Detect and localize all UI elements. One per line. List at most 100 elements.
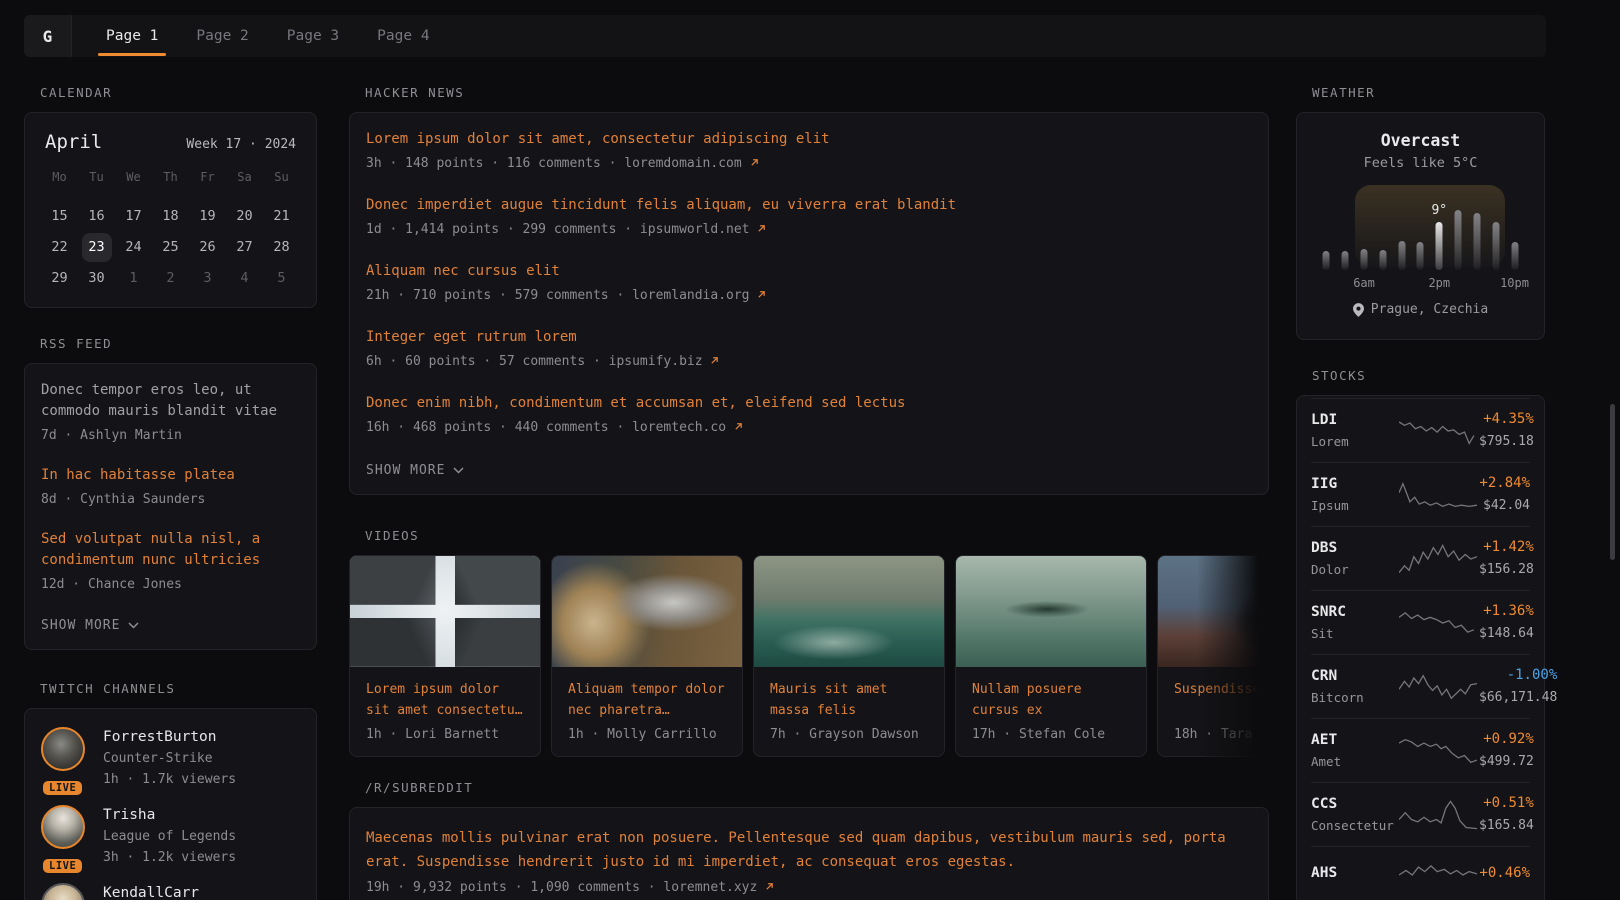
app-logo[interactable]: G <box>24 15 72 57</box>
stock-values: +2.84% $42.04 <box>1479 474 1530 515</box>
hackernews-item-title[interactable]: Integer eget rutrum lorem <box>366 327 1252 348</box>
rss-show-more-button[interactable]: SHOW MORE <box>41 618 139 633</box>
video-title[interactable]: Suspendisse diam <box>1174 679 1269 721</box>
video-card[interactable]: Mauris sit amet massa felis 7h · Grayson… <box>753 555 945 757</box>
hackernews-item[interactable]: Donec enim nibh, condimentum et accumsan… <box>366 393 1252 437</box>
rss-item-title[interactable]: In hac habitasse platea <box>41 465 300 486</box>
video-card[interactable]: Aliquam tempor dolor nec pharetra… 1h · … <box>551 555 743 757</box>
video-thumbnail[interactable] <box>1158 556 1269 667</box>
show-more-label: SHOW MORE <box>366 463 445 478</box>
weather-bar <box>1511 242 1518 270</box>
stock-row[interactable]: IIG Ipsum +2.84% $42.04 <box>1311 462 1530 526</box>
twitch-channel-name[interactable]: KendallCarr <box>103 883 199 900</box>
rss-item[interactable]: Sed volutpat nulla nisl, a condimentum n… <box>41 529 300 594</box>
stock-row[interactable]: AHS +0.46% <box>1311 846 1530 900</box>
stock-row[interactable]: DBS Dolor +1.42% $156.28 <box>1311 526 1530 590</box>
stock-row[interactable]: CCS Consectetur +0.51% $165.84 <box>1311 782 1530 846</box>
rss-item[interactable]: Donec tempor eros leo, ut commodo mauris… <box>41 380 300 445</box>
calendar-day[interactable]: 16 <box>78 201 115 232</box>
weather-location[interactable]: Prague, Czechia <box>1317 302 1524 317</box>
video-thumbnail[interactable] <box>350 556 540 667</box>
nav-tab[interactable]: Page 1 <box>94 15 170 57</box>
calendar-day[interactable]: 15 <box>41 201 78 232</box>
video-thumbnail[interactable] <box>754 556 944 667</box>
calendar-day[interactable]: 29 <box>41 263 78 294</box>
hackernews-show-more-button[interactable]: SHOW MORE <box>366 463 464 478</box>
stock-row[interactable]: AET Amet +0.92% $499.72 <box>1311 718 1530 782</box>
twitch-channel-name[interactable]: ForrestBurton <box>103 727 236 747</box>
twitch-channel-row[interactable]: LIVE ForrestBurton Counter-Strike 1h · 1… <box>41 727 300 789</box>
calendar-day[interactable]: 23 <box>78 232 115 263</box>
video-title[interactable]: Lorem ipsum dolor sit amet consectetu… <box>366 679 524 721</box>
calendar-day[interactable]: 26 <box>189 232 226 263</box>
calendar-day[interactable]: 22 <box>41 232 78 263</box>
calendar-day[interactable]: 19 <box>189 201 226 232</box>
page-tabs: Page 1 Page 2 Page 3 Page 4 <box>94 15 456 57</box>
calendar-day-number: 1 <box>119 264 149 293</box>
calendar-day[interactable]: 4 <box>226 263 263 294</box>
stock-price: $499.72 <box>1479 753 1534 771</box>
twitch-channel-row[interactable]: LIVE Trisha League of Legends 3h · 1.2k … <box>41 805 300 867</box>
page-scrollbar-thumb[interactable] <box>1610 404 1615 560</box>
stock-row[interactable]: SNRC Sit +1.36% $148.64 <box>1311 590 1530 654</box>
video-card-body: Suspendisse diam 18h · Tara <box>1158 667 1269 756</box>
calendar-day[interactable]: 25 <box>152 232 189 263</box>
twitch-channel-row[interactable]: LIVE KendallCarr <box>41 883 300 900</box>
stock-price: $156.28 <box>1479 561 1534 579</box>
rss-item-title[interactable]: Sed volutpat nulla nisl, a condimentum n… <box>41 529 300 571</box>
subreddit-post-title[interactable]: Maecenas mollis pulvinar erat non posuer… <box>366 826 1252 874</box>
calendar-day[interactable]: 5 <box>263 263 300 294</box>
calendar-day[interactable]: 20 <box>226 201 263 232</box>
rss-item[interactable]: In hac habitasse platea 8d · Cynthia Sau… <box>41 465 300 509</box>
nav-tab[interactable]: Page 2 <box>184 15 260 57</box>
hackernews-item[interactable]: Integer eget rutrum lorem 6h · 60 points… <box>366 327 1252 371</box>
calendar-day[interactable]: 24 <box>115 232 152 263</box>
video-thumbnail[interactable] <box>552 556 742 667</box>
weekday-label: Su <box>263 166 300 188</box>
video-title[interactable]: Nullam posuere cursus ex <box>972 679 1130 721</box>
calendar-day[interactable]: 30 <box>78 263 115 294</box>
calendar-month: April <box>45 131 102 153</box>
twitch-channel-name[interactable]: Trisha <box>103 805 236 825</box>
weather-hour-slot <box>1468 185 1487 270</box>
calendar-day-number: 3 <box>193 264 223 293</box>
hackernews-item-title[interactable]: Donec enim nibh, condimentum et accumsan… <box>366 393 1252 414</box>
nav-tab[interactable]: Page 4 <box>365 15 441 57</box>
calendar-day[interactable]: 18 <box>152 201 189 232</box>
rss-item-title[interactable]: Donec tempor eros leo, ut commodo mauris… <box>41 380 300 422</box>
nav-tab[interactable]: Page 3 <box>275 15 351 57</box>
hour-label: 6am <box>1353 276 1375 290</box>
hackernews-item-title[interactable]: Donec imperdiet augue tincidunt felis al… <box>366 195 1252 216</box>
calendar-day-number: 2 <box>156 264 186 293</box>
hackernews-item-meta: 3h · 148 points · 116 comments · loremdo… <box>366 154 1252 173</box>
stock-row[interactable]: LDI Lorem +4.35% $795.18 <box>1311 398 1530 462</box>
hackernews-item-title[interactable]: Lorem ipsum dolor sit amet, consectetur … <box>366 129 1252 150</box>
video-card[interactable]: Nullam posuere cursus ex 17h · Stefan Co… <box>955 555 1147 757</box>
calendar-day[interactable]: 28 <box>263 232 300 263</box>
stock-symbol: AHS <box>1311 864 1397 883</box>
weather-hour-slot <box>1392 185 1411 270</box>
video-card[interactable]: Suspendisse diam 18h · Tara <box>1157 555 1269 757</box>
subreddit-post[interactable]: Maecenas mollis pulvinar erat non posuer… <box>366 826 1252 897</box>
weather-bar <box>1417 242 1424 270</box>
video-card[interactable]: Lorem ipsum dolor sit amet consectetu… 1… <box>349 555 541 757</box>
hackernews-item-title[interactable]: Aliquam nec cursus elit <box>366 261 1252 282</box>
video-title[interactable]: Mauris sit amet massa felis <box>770 679 928 721</box>
hackernews-item[interactable]: Aliquam nec cursus elit 21h · 710 points… <box>366 261 1252 305</box>
video-meta: 17h · Stefan Cole <box>972 727 1130 742</box>
calendar-day[interactable]: 21 <box>263 201 300 232</box>
calendar-day[interactable]: 3 <box>189 263 226 294</box>
hackernews-item-meta: 1d · 1,414 points · 299 comments · ipsum… <box>366 220 1252 239</box>
video-title[interactable]: Aliquam tempor dolor nec pharetra… <box>568 679 726 721</box>
calendar-day[interactable]: 2 <box>152 263 189 294</box>
middle-column: HACKER NEWS Lorem ipsum dolor sit amet, … <box>349 70 1269 900</box>
calendar-day[interactable]: 1 <box>115 263 152 294</box>
stock-row[interactable]: CRN Bitcorn -1.00% $66,171.48 <box>1311 654 1530 718</box>
stock-symbol: CCS <box>1311 795 1397 814</box>
hackernews-item[interactable]: Lorem ipsum dolor sit amet, consectetur … <box>366 129 1252 173</box>
calendar-day[interactable]: 17 <box>115 201 152 232</box>
video-thumbnail[interactable] <box>956 556 1146 667</box>
hackernews-item[interactable]: Donec imperdiet augue tincidunt felis al… <box>366 195 1252 239</box>
calendar-day[interactable]: 27 <box>226 232 263 263</box>
twitch-channel-game: League of Legends <box>103 827 236 846</box>
